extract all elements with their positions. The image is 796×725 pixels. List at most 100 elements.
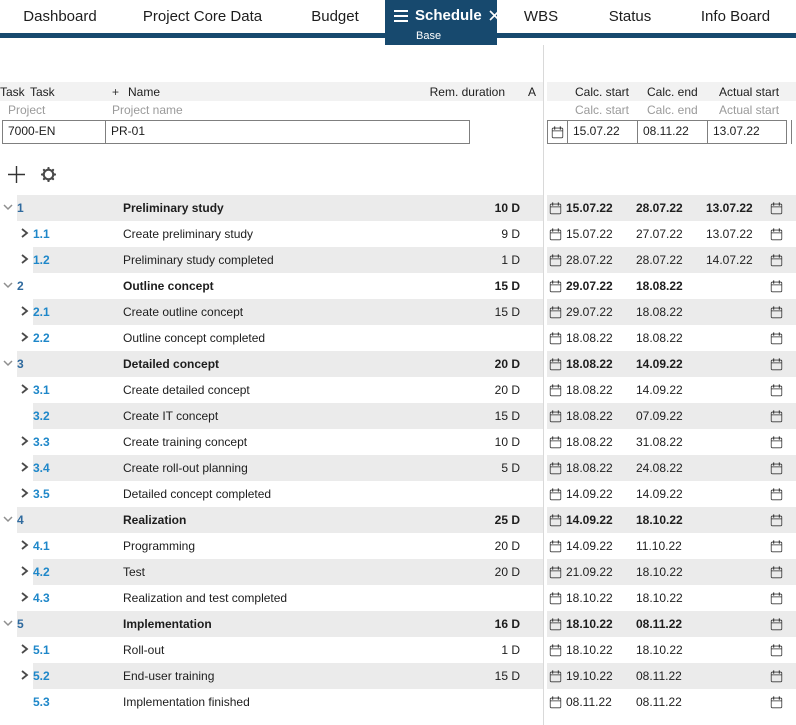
task-row[interactable]: 3.5 Detailed concept completed xyxy=(0,481,543,507)
calendar-icon[interactable] xyxy=(770,409,784,423)
calendar-icon[interactable] xyxy=(549,461,563,475)
calendar-icon[interactable] xyxy=(770,513,784,527)
project-name-input[interactable]: PR-01 xyxy=(106,121,469,143)
column-header-name[interactable]: Name xyxy=(128,85,160,99)
calendar-icon[interactable] xyxy=(770,487,784,501)
task-row[interactable]: 5 Implementation 16 D xyxy=(0,611,543,637)
calendar-icon[interactable] xyxy=(549,279,563,293)
task-row[interactable]: 3.1 Create detailed concept 20 D xyxy=(0,377,543,403)
calendar-icon[interactable] xyxy=(549,305,563,319)
task-row[interactable]: 4.3 Realization and test completed xyxy=(0,585,543,611)
tab-budget[interactable]: Budget xyxy=(285,0,385,33)
calendar-icon[interactable] xyxy=(770,201,784,215)
calendar-icon[interactable] xyxy=(549,669,563,683)
column-header-actual-start[interactable]: Actual start xyxy=(719,85,779,99)
calendar-icon[interactable] xyxy=(549,383,563,397)
chevron-right-icon[interactable] xyxy=(20,305,29,319)
task-row[interactable]: 5.1 Roll-out 1 D xyxy=(0,637,543,663)
chevron-right-icon[interactable] xyxy=(20,669,29,683)
task-row[interactable]: 4 Realization 25 D xyxy=(0,507,543,533)
calendar-icon[interactable] xyxy=(549,513,563,527)
task-dates-row[interactable]: 14.09.22 14.09.22 xyxy=(547,481,796,507)
task-dates-row[interactable]: 14.09.22 18.10.22 xyxy=(547,507,796,533)
calendar-icon[interactable] xyxy=(770,227,784,241)
task-dates-row[interactable]: 15.07.22 27.07.22 13.07.22 xyxy=(547,221,796,247)
task-dates-row[interactable]: 18.10.22 08.11.22 xyxy=(547,611,796,637)
calendar-icon[interactable] xyxy=(549,201,563,215)
task-dates-row[interactable]: 19.10.22 08.11.22 xyxy=(547,663,796,689)
calendar-icon[interactable] xyxy=(549,357,563,371)
chevron-right-icon[interactable] xyxy=(20,383,29,397)
calendar-icon[interactable] xyxy=(770,305,784,319)
calendar-icon[interactable] xyxy=(549,331,563,345)
column-header-a-truncated[interactable]: A xyxy=(528,85,536,99)
task-row[interactable]: 1.1 Create preliminary study 9 D xyxy=(0,221,543,247)
calendar-icon[interactable] xyxy=(548,121,568,143)
chevron-right-icon[interactable] xyxy=(20,461,29,475)
add-task-icon[interactable] xyxy=(7,165,26,184)
chevron-down-icon[interactable] xyxy=(3,279,13,293)
project-id-input[interactable]: 7000-EN xyxy=(3,121,106,143)
calendar-icon[interactable] xyxy=(770,669,784,683)
calendar-icon[interactable] xyxy=(770,279,784,293)
calendar-icon[interactable] xyxy=(549,409,563,423)
chevron-down-icon[interactable] xyxy=(3,201,13,215)
calendar-icon[interactable] xyxy=(549,643,563,657)
calendar-icon[interactable] xyxy=(549,435,563,449)
task-row[interactable]: 5.3 Implementation finished xyxy=(0,689,543,715)
calendar-icon[interactable] xyxy=(770,461,784,475)
task-row[interactable]: 2.2 Outline concept completed xyxy=(0,325,543,351)
close-icon[interactable] xyxy=(489,10,500,21)
calendar-icon[interactable] xyxy=(770,617,784,631)
task-row[interactable]: 3.4 Create roll-out planning 5 D xyxy=(0,455,543,481)
task-dates-row[interactable]: 18.10.22 18.10.22 xyxy=(547,637,796,663)
task-dates-row[interactable]: 18.10.22 18.10.22 xyxy=(547,585,796,611)
calendar-icon[interactable] xyxy=(770,253,784,267)
calendar-icon[interactable] xyxy=(549,591,563,605)
chevron-down-icon[interactable] xyxy=(3,513,13,527)
add-column-icon[interactable]: + xyxy=(112,85,119,99)
task-dates-row[interactable]: 18.08.22 18.08.22 xyxy=(547,325,796,351)
task-row[interactable]: 4.2 Test 20 D xyxy=(0,559,543,585)
task-dates-row[interactable]: 18.08.22 31.08.22 xyxy=(547,429,796,455)
task-dates-row[interactable]: 18.08.22 07.09.22 xyxy=(547,403,796,429)
tab-info-board[interactable]: Info Board xyxy=(675,0,796,33)
task-row[interactable]: 1.2 Preliminary study completed 1 D xyxy=(0,247,543,273)
chevron-right-icon[interactable] xyxy=(20,227,29,241)
chevron-right-icon[interactable] xyxy=(20,565,29,579)
chevron-down-icon[interactable] xyxy=(3,357,13,371)
chevron-right-icon[interactable] xyxy=(20,331,29,345)
task-row[interactable]: 3.2 Create IT concept 15 D xyxy=(0,403,543,429)
tab-schedule[interactable]: Schedule Base xyxy=(385,0,500,45)
calendar-icon[interactable] xyxy=(770,357,784,371)
tab-dashboard[interactable]: Dashboard xyxy=(0,0,120,33)
chevron-right-icon[interactable] xyxy=(20,591,29,605)
gear-icon[interactable] xyxy=(39,165,58,184)
calendar-icon[interactable] xyxy=(770,383,784,397)
task-dates-row[interactable]: 21.09.22 18.10.22 xyxy=(547,559,796,585)
task-row[interactable]: 3 Detailed concept 20 D xyxy=(0,351,543,377)
calendar-icon[interactable] xyxy=(549,695,563,709)
task-row[interactable]: 1 Preliminary study 10 D xyxy=(0,195,543,221)
tab-wbs[interactable]: WBS xyxy=(497,0,585,33)
project-actual-start-input[interactable]: 13.07.22 xyxy=(708,121,786,143)
task-dates-row[interactable]: 14.09.22 11.10.22 xyxy=(547,533,796,559)
task-dates-row[interactable]: 29.07.22 18.08.22 xyxy=(547,299,796,325)
calendar-icon[interactable] xyxy=(549,487,563,501)
chevron-right-icon[interactable] xyxy=(20,539,29,553)
chevron-right-icon[interactable] xyxy=(20,487,29,501)
chevron-right-icon[interactable] xyxy=(20,435,29,449)
task-dates-row[interactable]: 15.07.22 28.07.22 13.07.22 xyxy=(547,195,796,221)
task-dates-row[interactable]: 08.11.22 08.11.22 xyxy=(547,689,796,715)
chevron-down-icon[interactable] xyxy=(3,617,13,631)
chevron-right-icon[interactable] xyxy=(20,253,29,267)
calendar-icon[interactable] xyxy=(770,695,784,709)
calendar-icon[interactable] xyxy=(549,227,563,241)
task-dates-row[interactable]: 28.07.22 28.07.22 14.07.22 xyxy=(547,247,796,273)
calendar-icon[interactable] xyxy=(770,591,784,605)
calendar-icon[interactable] xyxy=(549,253,563,267)
calendar-icon[interactable] xyxy=(770,539,784,553)
calendar-icon[interactable] xyxy=(549,617,563,631)
calendar-icon[interactable] xyxy=(770,565,784,579)
menu-icon[interactable] xyxy=(394,9,408,22)
